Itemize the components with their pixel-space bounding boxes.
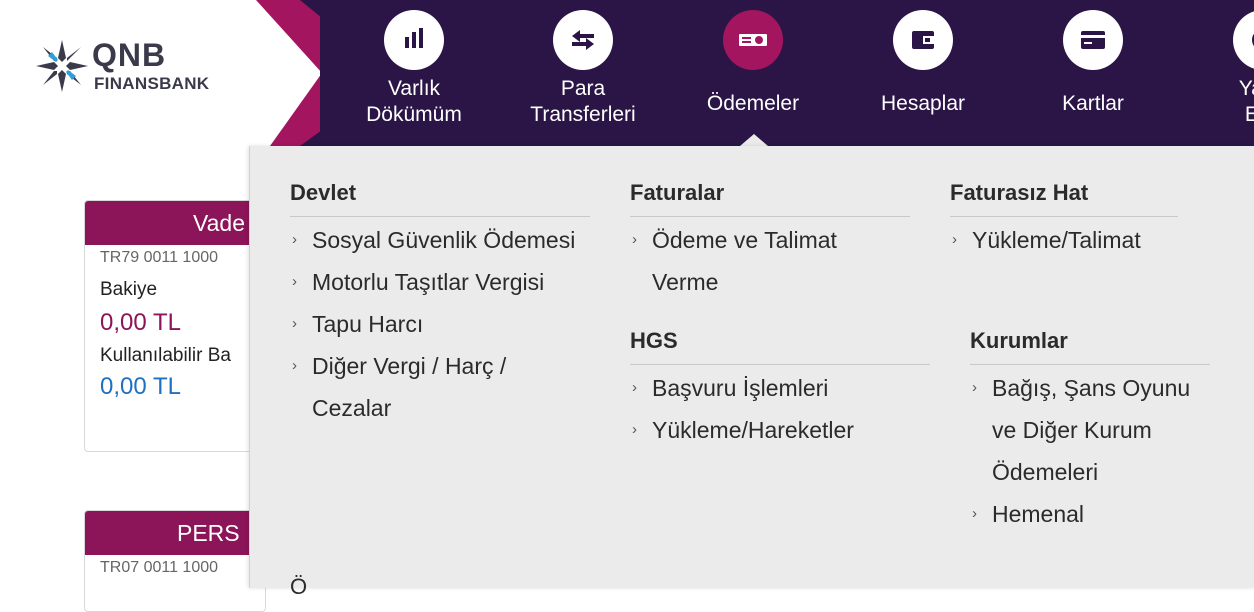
menu-link-yukleme-hareketler[interactable]: › Yükleme/Hareketler [632,409,854,451]
account-number: TR79 0011 1000 [100,249,219,266]
nav-label-line2: Transferleri [530,103,636,126]
transfer-arrows-icon [553,10,613,70]
bill-icon [723,10,783,70]
section-title-faturalar: Faturalar [630,180,725,205]
nav-item-hesaplar[interactable]: Hesaplar [848,0,998,146]
chevron-right-icon: › [292,357,297,374]
account-number: TR07 0011 1000 [100,559,219,576]
menu-link-diger-vergi[interactable]: › Diğer Vergi / Harç / [292,345,506,387]
menu-link-bagis-sans-oyunu[interactable]: › Bağış, Şans Oyunu [972,367,1190,409]
bar-chart-icon [384,10,444,70]
nav-label-line1: Yatırı [1238,77,1254,100]
chevron-right-icon: › [292,315,297,332]
nav-label-line1: Kartlar [1062,92,1124,115]
card-title: PERS [85,511,265,555]
nav-item-varlik-dokumum[interactable]: Varlık Dökümüm [339,0,489,146]
menu-link-diger-vergi-cont[interactable]: Cezalar [312,387,391,429]
section-title-devlet: Devlet [290,180,357,205]
chevron-right-icon: › [632,379,637,396]
menu-link-odeme-talimat-cont[interactable]: Verme [652,261,718,303]
qnb-finansbank-logo[interactable]: QNB FINANSBANK [34,37,244,98]
balance-amount: 0,00 TL [100,309,181,336]
menu-link-bagis-cont-2[interactable]: Ödemeleri [992,451,1098,493]
menu-link-yukleme-talimat[interactable]: › Yükleme/Talimat [952,219,1141,261]
nav-label-line2: Emi [1244,103,1254,126]
logo-text-qnb: QNB [92,37,167,73]
nav-label-line2: Dökümüm [366,103,462,126]
section-title-faturasiz-hat: Faturasız Hat [950,180,1089,205]
nav-label-line1: Varlık [387,77,441,100]
qnb-star-icon [36,40,88,92]
menu-link-tapu-harci[interactable]: › Tapu Harcı [292,303,423,345]
section-title-hgs: HGS [630,328,678,353]
section-divider [290,216,590,217]
nav-label-line1: Hesaplar [880,92,966,115]
menu-link-odeme-talimat[interactable]: › Ödeme ve Talimat [632,219,837,261]
section-divider [970,364,1210,365]
chevron-right-icon: › [292,273,297,290]
nav-item-yatirim[interactable]: Yatırı Emi [1188,0,1254,146]
nav-item-odemeler[interactable]: Ödemeler [678,0,828,146]
card-icon [1063,10,1123,70]
section-divider [630,216,910,217]
section-title-kurumlar: Kurumlar [970,328,1068,353]
menu-link-bagis-cont-1[interactable]: ve Diğer Kurum [992,409,1152,451]
section-divider [950,216,1178,217]
nav-label-line1: Ödemeler [706,92,800,115]
available-balance-label: Kullanılabilir Ba [100,345,231,366]
menu-link-sosyal-guvenlik[interactable]: › Sosyal Güvenlik Ödemesi [292,219,575,261]
chevron-right-icon: › [972,379,977,396]
nav-item-para-transferleri[interactable]: Para Transferleri [508,0,658,146]
nav-label-line1: Para [560,77,606,100]
available-balance-amount: 0,00 TL [100,373,181,400]
menu-link-basvuru-islemleri[interactable]: › Başvuru İşlemleri [632,367,828,409]
top-navigation: QNB FINANSBANK Varlık Dökümüm Para Trans [0,0,1254,146]
balance-label: Bakiye [100,279,158,300]
chevron-right-icon: › [632,421,637,438]
menu-caret [740,134,768,146]
menu-link-motorlu-tasitlar[interactable]: › Motorlu Taşıtlar Vergisi [292,261,544,303]
chevron-right-icon: › [972,505,977,522]
chevron-right-icon: › [952,231,957,248]
odemeler-mega-menu: Devlet › Sosyal Güvenlik Ödemesi › Motorlu… [249,146,1254,599]
menu-link-hemenal[interactable]: › Hemenal [972,493,1084,535]
investment-icon [1233,10,1254,70]
wallet-icon [893,10,953,70]
chevron-right-icon: › [292,231,297,248]
logo-area: QNB FINANSBANK [0,0,320,146]
section-divider [630,364,930,365]
account-card[interactable]: Vade TR79 0011 1000 Bakiye 0,00 TL Kulla… [84,200,266,452]
logo-text-finansbank: FINANSBANK [94,74,210,93]
card-title: Vade [85,201,265,245]
chevron-right-icon: › [632,231,637,248]
account-card[interactable]: PERS TR07 0011 1000 [84,510,266,612]
nav-item-kartlar[interactable]: Kartlar [1018,0,1168,146]
partial-section-title: Ö [290,574,308,599]
